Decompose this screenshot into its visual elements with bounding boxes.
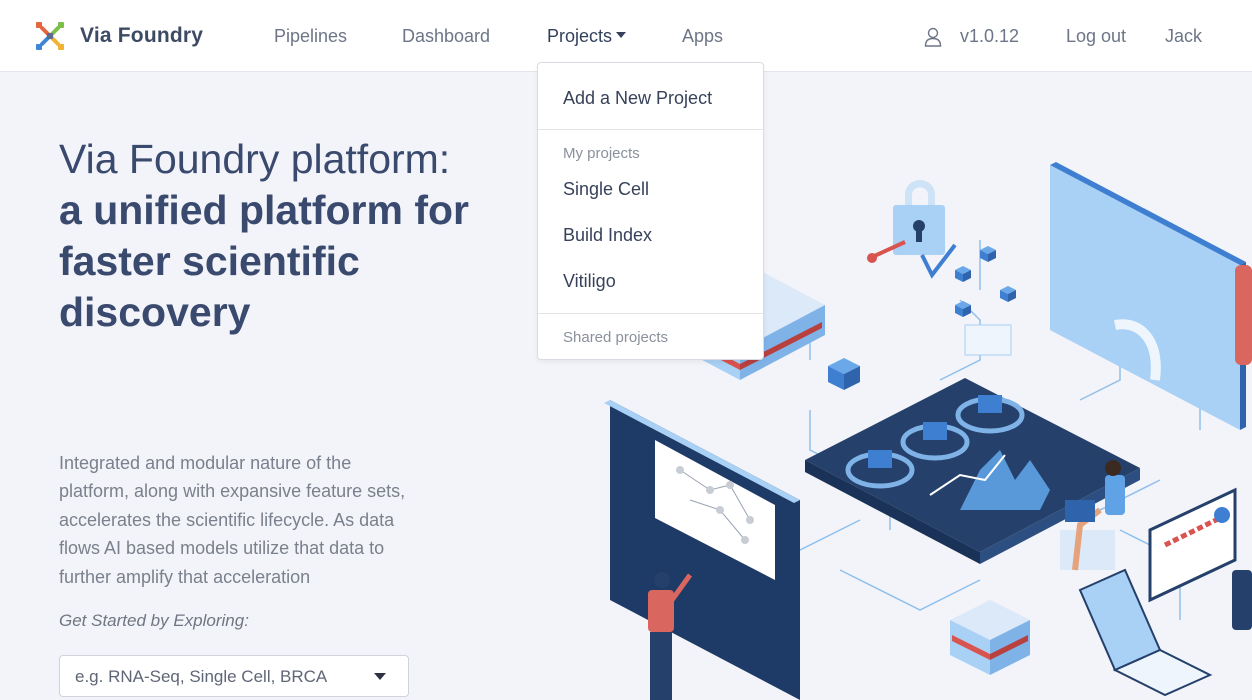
nav-projects-label: Projects (547, 26, 613, 46)
hero-title: Via Foundry platform: a unified platform… (59, 134, 479, 338)
via-foundry-logo-icon (36, 22, 64, 50)
laptop (1078, 568, 1213, 697)
dropdown-divider (538, 313, 763, 314)
add-new-project-item[interactable]: Add a New Project (563, 88, 712, 109)
hero-description: Integrated and modular nature of the pla… (59, 453, 406, 587)
explore-label: Get Started by Exploring: (59, 611, 249, 630)
hero-title-light: Via Foundry platform: (59, 136, 451, 182)
explore-select[interactable]: e.g. RNA-Seq, Single Cell, BRCA (59, 655, 409, 697)
my-projects-header: My projects (563, 145, 640, 162)
dropdown-divider (538, 129, 763, 130)
shared-projects-header[interactable]: Shared projects (563, 329, 668, 346)
nav-apps[interactable]: Apps (682, 26, 723, 47)
stack-block-bottom (950, 600, 1030, 675)
nav-projects[interactable]: Projects (547, 26, 627, 47)
brand[interactable]: Via Foundry (34, 20, 203, 52)
project-item-vitiligo[interactable]: Vitiligo (563, 271, 616, 292)
projects-dropdown-menu: Add a New Project My projects Single Cel… (537, 62, 764, 360)
version-label[interactable]: v1.0.12 (960, 26, 1019, 47)
nav-pipelines[interactable]: Pipelines (274, 26, 347, 47)
lock-icon (867, 180, 957, 279)
nav-dashboard[interactable]: Dashboard (402, 26, 490, 47)
brand-name: Via Foundry (80, 24, 204, 47)
chevron-down-icon (374, 673, 386, 680)
person-edge (1232, 265, 1252, 630)
logout-link[interactable]: Log out (1066, 26, 1126, 47)
project-item-build-index[interactable]: Build Index (563, 225, 652, 246)
user-name[interactable]: Jack (1165, 26, 1202, 47)
rating-card (1148, 487, 1237, 603)
hero-title-bold: a unified platform for faster scientific… (59, 187, 469, 335)
small-cubes (828, 246, 1016, 390)
screen-left (604, 400, 800, 700)
project-item-single-cell[interactable]: Single Cell (563, 179, 649, 200)
caret-down-icon (616, 32, 627, 39)
explore-select-placeholder: e.g. RNA-Seq, Single Cell, BRCA (75, 667, 328, 686)
monitor-right (1050, 162, 1246, 430)
user-icon[interactable] (924, 27, 942, 47)
